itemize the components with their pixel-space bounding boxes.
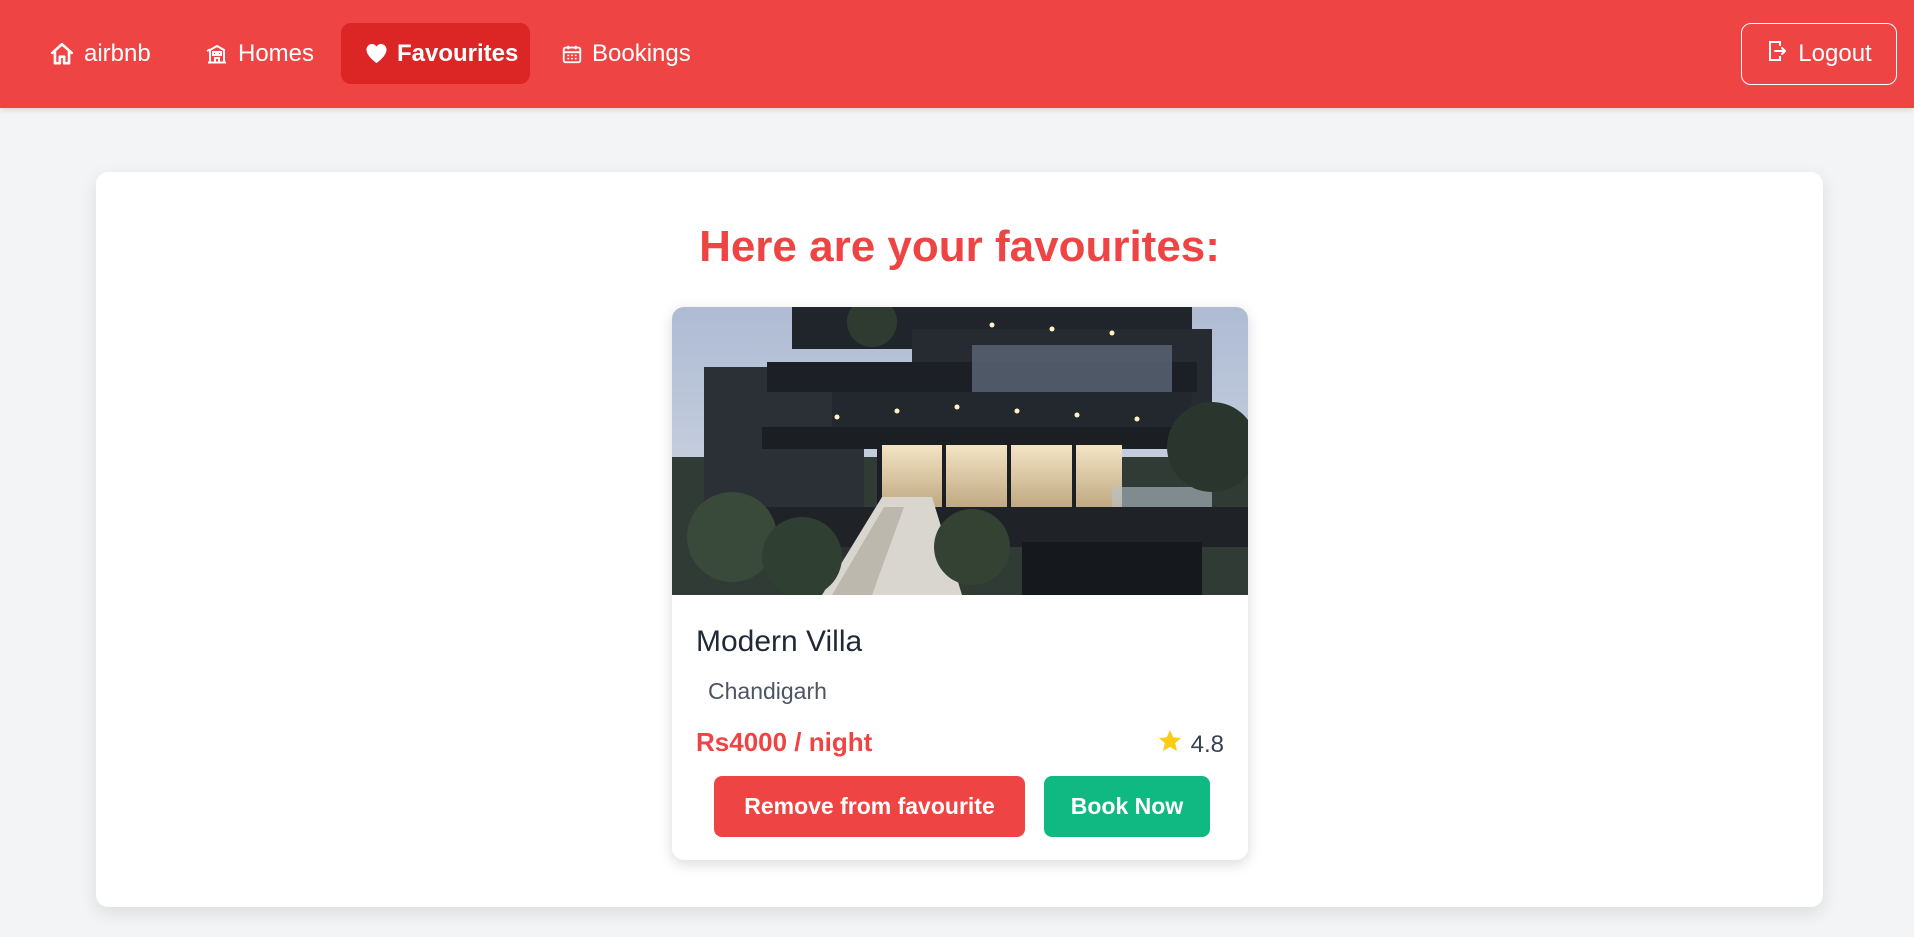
house-icon [49, 41, 75, 67]
nav-item-label: Bookings [592, 39, 691, 67]
book-now-button[interactable]: Book Now [1044, 776, 1210, 837]
nav-brand-label: airbnb [84, 39, 151, 67]
nav-item-bookings[interactable]: Bookings [537, 23, 715, 84]
nav-item-label: Favourites [397, 39, 519, 67]
rating-value: 4.8 [1190, 730, 1224, 758]
heart-icon [365, 43, 388, 64]
logout-label: Logout [1798, 40, 1872, 67]
logout-button[interactable]: Logout [1741, 23, 1897, 85]
logout-icon [1766, 39, 1788, 70]
home-name: Modern Villa [696, 625, 863, 658]
top-navbar: airbnb Homes Favourites Bookings Logout [0, 0, 1914, 108]
building-icon [205, 42, 229, 66]
favourites-panel: Here are your favourites: Modern Villa C… [96, 172, 1823, 907]
remove-from-favourite-button[interactable]: Remove from favourite [714, 776, 1025, 837]
favourite-home-card: Modern Villa Chandigarh Rs4000 / night 4… [672, 307, 1248, 860]
home-price: Rs4000 / night [696, 727, 873, 757]
nav-item-favourites[interactable]: Favourites [341, 23, 530, 84]
nav-item-label: Homes [238, 39, 315, 67]
nav-brand-link[interactable]: airbnb [25, 23, 161, 84]
home-location: Chandigarh [708, 678, 827, 704]
nav-item-homes[interactable]: Homes [181, 23, 338, 84]
home-photo [672, 307, 1248, 595]
page-title: Here are your favourites: [699, 222, 1220, 271]
calendar-icon [561, 43, 583, 65]
star-icon [1157, 728, 1183, 761]
home-rating: 4.8 [1157, 728, 1224, 761]
